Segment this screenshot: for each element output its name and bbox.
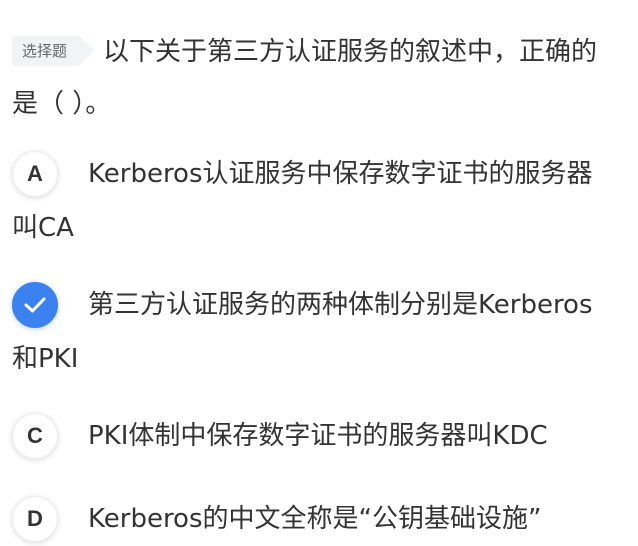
option-a-text[interactable]: Kerberos认证服务中保存数字证书的服务器叫CA [12, 147, 618, 255]
option-b-badge[interactable] [12, 282, 58, 328]
option-a-badge[interactable]: A [12, 151, 58, 197]
checkmark-icon [24, 297, 46, 313]
option-c-text[interactable]: PKI体制中保存数字证书的服务器叫KDC [12, 409, 618, 463]
option-b-text[interactable]: 第三方认证服务的两种体制分别是Kerberos和PKI [12, 278, 618, 386]
question-text: 以下关于第三方认证服务的叙述中，正确的是（ ）。 [12, 37, 598, 119]
question-type-tag: 选择题 [12, 36, 95, 66]
option-d-badge[interactable]: D [12, 496, 58, 542]
option-c[interactable]: C PKI体制中保存数字证书的服务器叫KDC [12, 409, 618, 463]
question-block: 选择题 以下关于第三方认证服务的叙述中，正确的是（ ）。 [12, 26, 618, 130]
option-b[interactable]: 第三方认证服务的两种体制分别是Kerberos和PKI [12, 278, 618, 386]
option-a[interactable]: A Kerberos认证服务中保存数字证书的服务器叫CA [12, 147, 618, 255]
option-d[interactable]: D Kerberos的中文全称是“公钥基础设施” [12, 492, 618, 546]
option-d-text[interactable]: Kerberos的中文全称是“公钥基础设施” [12, 492, 618, 546]
option-c-badge[interactable]: C [12, 413, 58, 459]
